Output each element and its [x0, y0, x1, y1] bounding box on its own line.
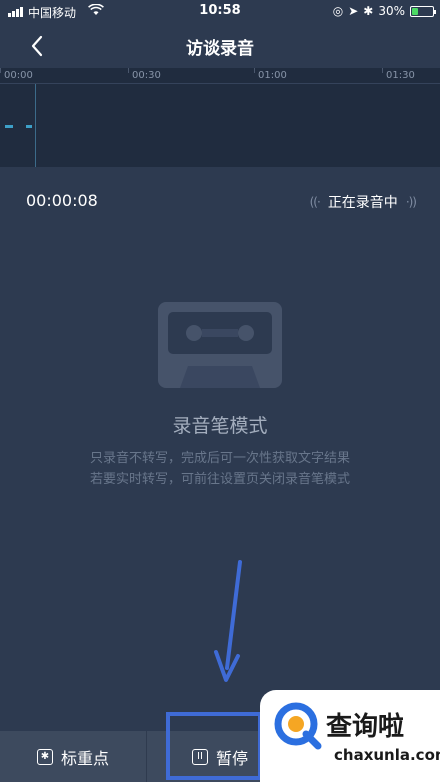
status-right: ◎ ➤ ✱ 30%: [332, 4, 436, 18]
recording-status: ((· 正在录音中 ·)): [309, 192, 417, 212]
playhead-line: [35, 84, 36, 167]
orientation-lock-icon: ◎: [332, 4, 344, 18]
page-title: 访谈录音: [186, 39, 254, 59]
bluetooth-icon: ✱: [363, 4, 374, 18]
location-icon: ➤: [348, 4, 359, 18]
mode-title: 录音笔模式: [172, 415, 268, 437]
annotation-arrow: [214, 560, 242, 682]
sound-wave-left-icon: ((·: [309, 195, 321, 209]
timeline-ruler: 00:00 00:30 01:00 01:30: [0, 68, 440, 84]
mark-key-point-button[interactable]: ✱ 标重点: [0, 731, 147, 782]
timeline[interactable]: 00:00 00:30 01:00 01:30: [0, 68, 440, 167]
watermark-logo-icon: [274, 702, 322, 750]
tick-label: 01:30: [386, 70, 415, 81]
tick-label: 00:30: [132, 70, 161, 81]
sound-wave-right-icon: ·)): [405, 195, 417, 209]
battery-percent: 30%: [378, 4, 405, 18]
mode-description-line-2: 若要实时转写，可前往设置页关闭录音笔模式: [89, 472, 350, 487]
watermark: 查询啦 chaxunla.com: [260, 690, 440, 782]
nav-bar: 访谈录音: [0, 24, 440, 68]
recording-elapsed-time: 00:00:08: [26, 191, 98, 210]
mark-key-point-label: 标重点: [60, 748, 109, 768]
bookmark-icon: ✱: [36, 748, 53, 765]
mode-description-line-1: 只录音不转写，完成后可一次性获取文字结果: [89, 451, 350, 466]
recording-status-label: 正在录音中: [327, 195, 398, 211]
cassette-icon: [158, 302, 282, 388]
tick-label: 00:00: [4, 70, 33, 81]
waveform-segment: [5, 125, 13, 128]
watermark-text: 查询啦: [326, 712, 405, 742]
status-bar: 中国移动 10:58 ◎ ➤ ✱ 30%: [0, 0, 440, 24]
waveform-segment: [26, 125, 32, 128]
battery-icon: [410, 5, 436, 17]
pause-highlight-box: [166, 712, 262, 780]
tick-label: 01:00: [258, 70, 287, 81]
watermark-url: chaxunla.com: [334, 746, 440, 764]
